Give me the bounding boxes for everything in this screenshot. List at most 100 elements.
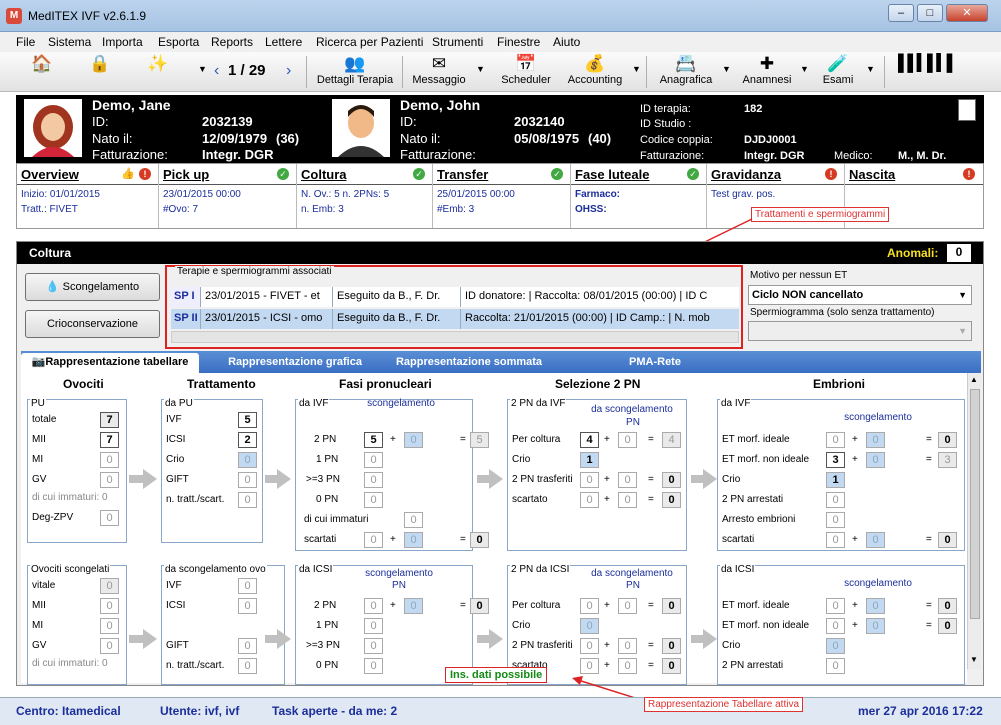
dapu-gift-field[interactable]: 0 <box>238 472 257 488</box>
pu-mi-field[interactable]: 0 <box>100 452 119 468</box>
dasc-ntr-field[interactable]: 0 <box>238 658 257 674</box>
dapu-crio-field[interactable]: 0 <box>238 452 257 468</box>
ovsc-gv-field[interactable]: 0 <box>100 638 119 654</box>
sel-icsi-crio-field[interactable]: 0 <box>580 618 599 634</box>
crioconservazione-button[interactable]: Crioconservazione <box>25 310 160 338</box>
ovsc-mi-field[interactable]: 0 <box>100 618 119 634</box>
messaggio-button[interactable]: ✉ Messaggio <box>408 54 470 90</box>
ovsc-mii-field[interactable]: 0 <box>100 598 119 614</box>
anamnesi-button[interactable]: ✚ Anamnesi <box>738 54 796 90</box>
chevron-down-icon[interactable]: ▼ <box>476 64 485 74</box>
pn-ivf-scart-field[interactable]: 0 <box>364 532 383 548</box>
scheduler-button[interactable]: 📅 Scheduler <box>496 54 556 90</box>
sperm-row-2[interactable]: SP II 23/01/2015 - ICSI - omo Eseguito d… <box>171 309 739 329</box>
sel-icsi-coltura-scong[interactable]: 0 <box>618 598 637 614</box>
dapu-ntr-field[interactable]: 0 <box>238 492 257 508</box>
scroll-up-icon[interactable]: ▲ <box>970 375 978 384</box>
chevron-down-icon[interactable]: ▼ <box>632 64 641 74</box>
menu-esporta[interactable]: Esporta <box>158 35 199 49</box>
barcode-button[interactable]: ▌▌▍▌▍▌ <box>892 54 962 90</box>
emb-ivf-scart-scong[interactable]: 0 <box>866 532 885 548</box>
dasc-icsi-field[interactable]: 0 <box>238 598 257 614</box>
menu-finestre[interactable]: Finestre <box>497 35 540 49</box>
emb-icsi-nonideal-scong[interactable]: 0 <box>866 618 885 634</box>
emb-icsi-ideal-scong[interactable]: 0 <box>866 598 885 614</box>
pn-icsi-2pn-scong[interactable]: 0 <box>404 598 423 614</box>
home-button[interactable]: 🏠 <box>22 54 62 90</box>
sel-icsi-trasf-scong[interactable]: 0 <box>618 638 637 654</box>
vertical-scrollbar[interactable]: ▲ ▼ <box>967 373 981 669</box>
dapu-ivf-field[interactable]: 5 <box>238 412 257 428</box>
pn-ivf-imm-field[interactable]: 0 <box>404 512 423 528</box>
next-arrow-icon[interactable]: › <box>286 62 291 80</box>
chevron-down-icon[interactable]: ▼ <box>866 64 875 74</box>
menu-sistema[interactable]: Sistema <box>48 35 91 49</box>
sperm-select[interactable]: ▼ <box>748 321 972 341</box>
pn-icsi-0pn-field[interactable]: 0 <box>364 658 383 674</box>
dapu-icsi-field[interactable]: 2 <box>238 432 257 448</box>
tab-sommata[interactable]: Rappresentazione sommata <box>383 353 555 373</box>
menu-aiuto[interactable]: Aiuto <box>553 35 580 49</box>
pu-deg-field[interactable]: 0 <box>100 510 119 526</box>
pu-mii-field[interactable]: 7 <box>100 432 119 448</box>
emb-ivf-ideal-field[interactable]: 0 <box>826 432 845 448</box>
maximize-button[interactable]: □ <box>917 4 943 22</box>
tab-pma-rete[interactable]: PMA-Rete <box>555 353 755 373</box>
chevron-down-icon[interactable]: ▼ <box>800 64 809 74</box>
minimize-button[interactable]: – <box>888 4 914 22</box>
motivo-select[interactable]: Ciclo NON cancellato ▼ <box>748 285 972 305</box>
emb-icsi-nonideal-field[interactable]: 0 <box>826 618 845 634</box>
sperm-row-1[interactable]: SP I 23/01/2015 - FIVET - et Eseguito da… <box>171 287 739 307</box>
ovsc-vitale-field[interactable]: 0 <box>100 578 119 594</box>
dasc-ivf-field[interactable]: 0 <box>238 578 257 594</box>
tab-overview[interactable]: Overview 👍 ! Inizio: 01/01/2015 Tratt.: … <box>17 164 159 228</box>
pu-gv-field[interactable]: 0 <box>100 472 119 488</box>
pn-ivf-scart-scong[interactable]: 0 <box>404 532 423 548</box>
horizontal-scrollbar[interactable] <box>171 331 739 343</box>
emb-ivf-scart-field[interactable]: 0 <box>826 532 845 548</box>
sel-ivf-trasf-scong[interactable]: 0 <box>618 472 637 488</box>
esami-button[interactable]: 🧪 Esami <box>812 54 864 90</box>
scroll-thumb[interactable] <box>970 389 980 619</box>
document-icon[interactable] <box>958 99 976 121</box>
sel-ivf-coltura-field[interactable]: 4 <box>580 432 599 448</box>
emb-icsi-ideal-field[interactable]: 0 <box>826 598 845 614</box>
menu-file[interactable]: File <box>16 35 35 49</box>
tab-coltura[interactable]: Coltura ✓ N. Ov.: 5 n. 2PNs: 5 n. Emb: 3 <box>297 164 433 228</box>
pn-ivf-1pn-field[interactable]: 0 <box>364 452 383 468</box>
pn-ivf-0pn-field[interactable]: 0 <box>364 492 383 508</box>
pn-icsi-3pn-field[interactable]: 0 <box>364 638 383 654</box>
sel-ivf-coltura-scong[interactable]: 0 <box>618 432 637 448</box>
tab-tabellare[interactable]: 📷Rappresentazione tabellare <box>21 353 199 373</box>
anagrafica-button[interactable]: 📇 Anagrafica <box>654 54 718 90</box>
wizard-button[interactable]: ✨ <box>128 54 188 90</box>
emb-ivf-crio-field[interactable]: 1 <box>826 472 845 488</box>
sel-icsi-trasf-field[interactable]: 0 <box>580 638 599 654</box>
dettagli-terapia-button[interactable]: 👥 Dettagli Terapia <box>312 54 398 90</box>
accounting-button[interactable]: 💰 Accounting <box>562 54 628 90</box>
pn-ivf-3pn-field[interactable]: 0 <box>364 472 383 488</box>
menu-reports[interactable]: Reports <box>211 35 253 49</box>
close-button[interactable]: ✕ <box>946 4 988 22</box>
pn-ivf-2pn-scong-field[interactable]: 0 <box>404 432 423 448</box>
lock-button[interactable]: 🔒 <box>80 54 120 90</box>
emb-ivf-ideal-scong[interactable]: 0 <box>866 432 885 448</box>
scroll-down-icon[interactable]: ▼ <box>970 655 978 664</box>
pu-totale-field[interactable]: 7 <box>100 412 119 428</box>
male-avatar[interactable] <box>332 99 390 157</box>
tab-pickup[interactable]: Pick up ✓ 23/01/2015 00:00 #Ovo: 7 <box>159 164 297 228</box>
tab-transfer[interactable]: Transfer ✓ 25/01/2015 00:00 #Emb: 3 <box>433 164 571 228</box>
sel-ivf-scart-field[interactable]: 0 <box>580 492 599 508</box>
status-task[interactable]: Task aperte - da me: 2 <box>272 704 397 718</box>
scongelamento-button[interactable]: 💧 Scongelamento <box>25 273 160 301</box>
emb-icsi-arrest2pn-field[interactable]: 0 <box>826 658 845 674</box>
sel-ivf-crio-field[interactable]: 1 <box>580 452 599 468</box>
pn-icsi-2pn-field[interactable]: 0 <box>364 598 383 614</box>
prev-arrow-icon[interactable]: ‹ <box>214 62 219 80</box>
pn-icsi-1pn-field[interactable]: 0 <box>364 618 383 634</box>
sel-ivf-scart-scong[interactable]: 0 <box>618 492 637 508</box>
menu-lettere[interactable]: Lettere <box>265 35 302 49</box>
sel-ivf-trasf-field[interactable]: 0 <box>580 472 599 488</box>
chevron-down-icon[interactable]: ▼ <box>722 64 731 74</box>
emb-ivf-nonideal-scong[interactable]: 0 <box>866 452 885 468</box>
